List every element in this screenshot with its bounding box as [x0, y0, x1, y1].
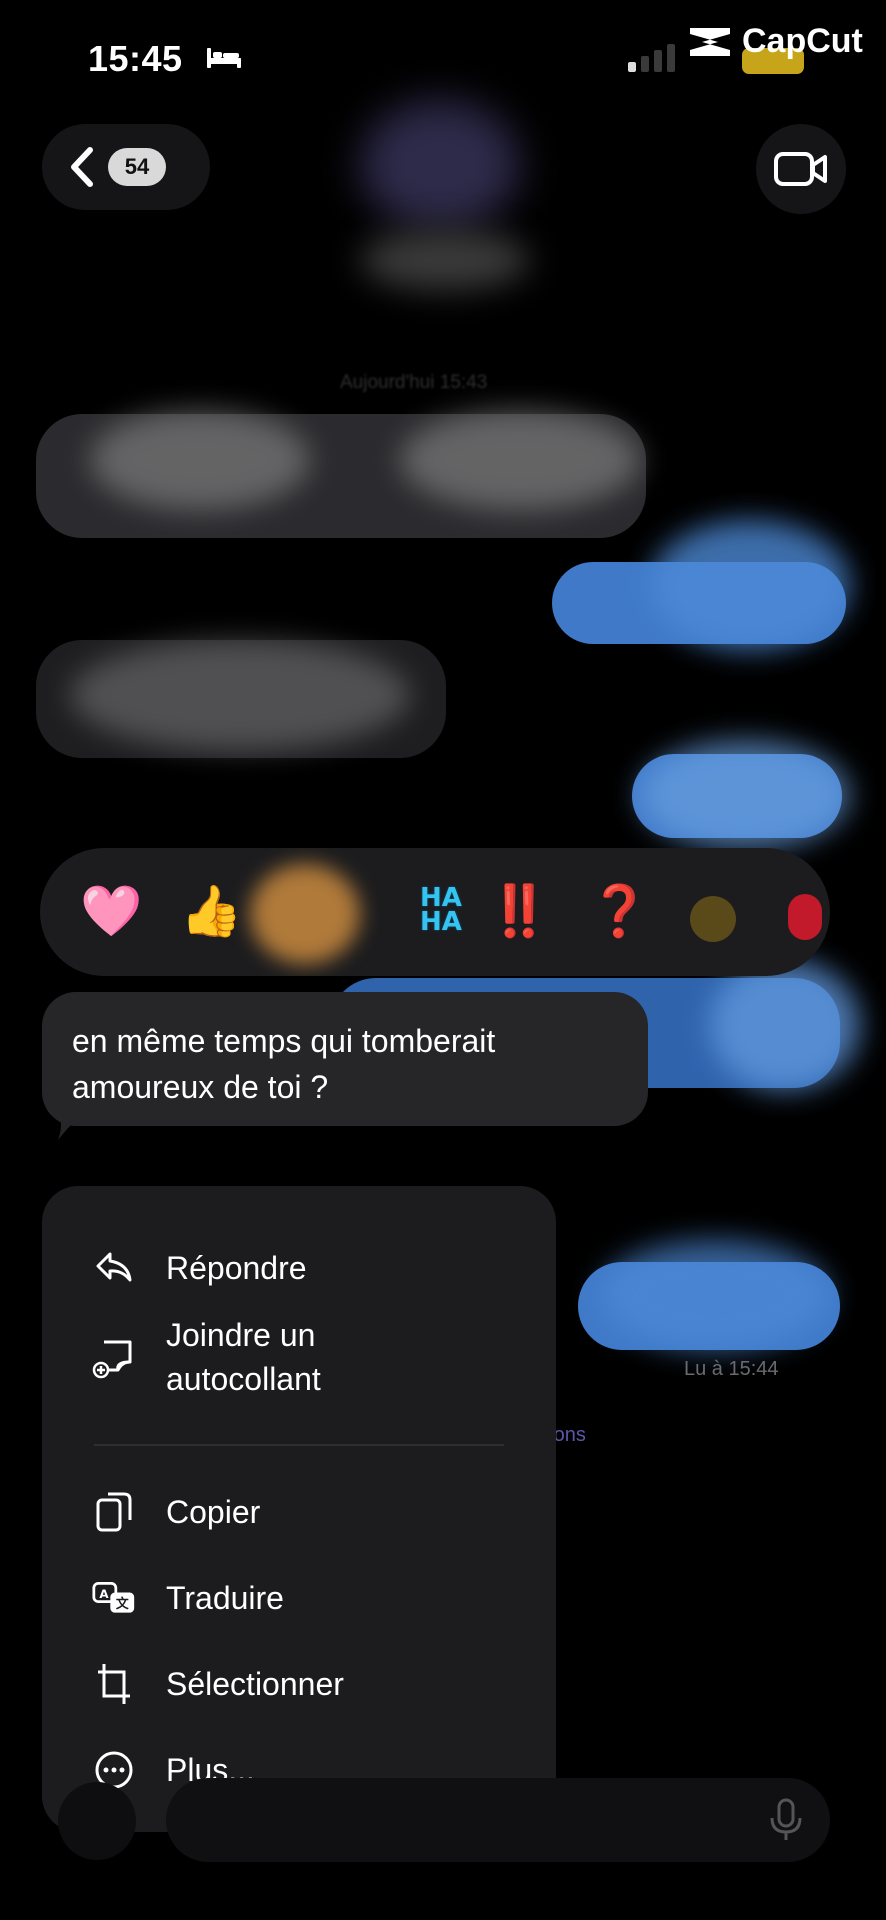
- video-camera-icon: [774, 152, 827, 186]
- blurred-text: [70, 640, 410, 750]
- message-text-line: en même temps qui tomberait: [72, 1023, 496, 1059]
- menu-label: Traduire: [166, 1580, 284, 1616]
- blurred-text: [400, 410, 640, 510]
- contact-name-blurred: [360, 230, 530, 290]
- reaction-blurred-button[interactable]: [250, 864, 360, 964]
- menu-label: autocollant: [166, 1361, 321, 1397]
- blurred-text: [90, 410, 310, 510]
- reaction-emoji-partial-button[interactable]: [690, 896, 736, 942]
- menu-item-add-sticker[interactable]: Joindre un autocollant: [42, 1296, 556, 1420]
- conversation-date-label: Aujourd'hui 15:43: [340, 372, 488, 393]
- unread-count-badge: 54: [108, 148, 166, 186]
- sleep-focus-icon: [207, 48, 241, 68]
- copy-icon: [92, 1490, 136, 1534]
- message-context-menu: Répondre Joindre un autocollant Copier A…: [42, 1186, 556, 1832]
- capcut-logo-icon: [690, 27, 730, 56]
- blurred-text: [710, 960, 860, 1090]
- microphone-icon[interactable]: [768, 1798, 804, 1842]
- contact-avatar-blurred: [360, 100, 520, 230]
- crop-select-icon: [92, 1662, 136, 1706]
- menu-label: Sélectionner: [166, 1666, 344, 1702]
- reaction-haha-button[interactable]: HA HA: [420, 885, 462, 935]
- svg-text:文: 文: [116, 1596, 129, 1612]
- attach-button[interactable]: [58, 1782, 136, 1860]
- cellular-signal-icon: [628, 44, 675, 72]
- reaction-heart-red-partial-button[interactable]: [788, 894, 822, 940]
- message-input[interactable]: [166, 1778, 830, 1862]
- video-call-button[interactable]: [756, 124, 846, 214]
- status-time: 15:45: [88, 38, 183, 79]
- reaction-picker: 🩷 👍 HA HA ‼️ ❓: [40, 848, 830, 976]
- menu-label: Répondre: [166, 1250, 307, 1286]
- blurred-text: [600, 1240, 830, 1350]
- translate-icon: A 文: [92, 1576, 136, 1620]
- chevron-left-icon: [71, 147, 93, 187]
- read-receipt: Lu à 15:44: [684, 1358, 779, 1380]
- reply-arrow-icon: [92, 1246, 136, 1290]
- menu-item-select[interactable]: Sélectionner: [42, 1644, 556, 1724]
- menu-divider: [94, 1444, 504, 1446]
- watermark-text: CapCut: [742, 22, 863, 60]
- back-button[interactable]: 54: [42, 124, 210, 210]
- blurred-text: [640, 740, 850, 850]
- menu-label: Joindre un: [166, 1317, 316, 1353]
- menu-label: Copier: [166, 1494, 261, 1530]
- menu-item-copy[interactable]: Copier: [42, 1472, 556, 1552]
- selected-message-bubble[interactable]: en même temps qui tomberait amoureux de …: [42, 992, 648, 1126]
- bubble-tail: [58, 1112, 86, 1140]
- reaction-thumbs-up-button[interactable]: 👍: [180, 876, 242, 946]
- reaction-exclamation-button[interactable]: ‼️: [488, 876, 550, 946]
- message-text-line: amoureux de toi ?: [72, 1069, 329, 1105]
- blurred-text: [650, 520, 850, 650]
- reaction-heart-button[interactable]: 🩷: [80, 876, 142, 946]
- menu-item-translate[interactable]: A 文 Traduire: [42, 1558, 556, 1638]
- reaction-question-button[interactable]: ❓: [588, 876, 650, 946]
- sticker-add-icon: [92, 1336, 136, 1380]
- svg-text:A: A: [99, 1587, 109, 1601]
- capcut-watermark: CapCut: [688, 22, 863, 61]
